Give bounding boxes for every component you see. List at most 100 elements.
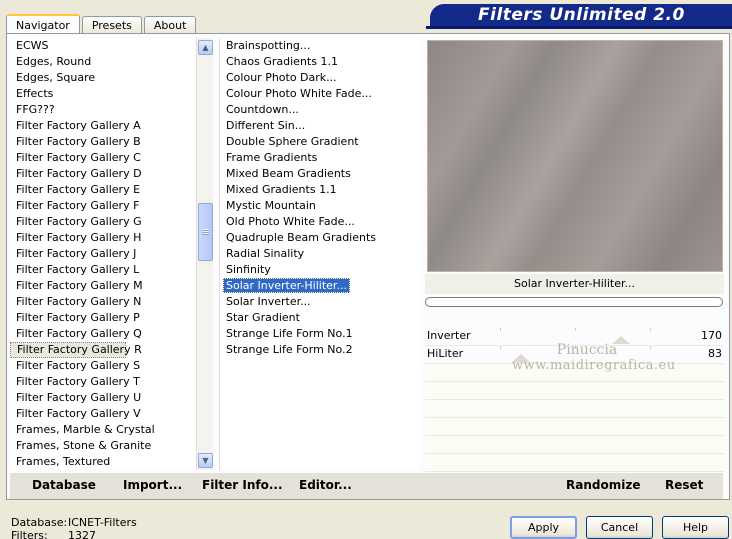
tab-about[interactable]: About <box>143 16 197 34</box>
filter-item[interactable]: Solar Inverter... <box>220 294 419 310</box>
slider-empty <box>425 364 724 382</box>
category-item[interactable]: Filter Factory Gallery D <box>10 166 196 182</box>
preview-image <box>427 40 723 272</box>
filter-item[interactable]: Star Gradient <box>220 310 419 326</box>
parameter-sliders: Inverter 170 HiLiter 83 <box>425 328 724 472</box>
category-item[interactable]: Edges, Square <box>10 70 196 86</box>
category-item[interactable]: Frames, Stone & Granite <box>10 438 196 454</box>
filter-item-label: Quadruple Beam Gradients <box>226 231 377 244</box>
filter-item-label: Countdown... <box>226 103 299 116</box>
filter-item-label: Mixed Beam Gradients <box>226 167 351 180</box>
help-button[interactable]: Help <box>662 516 729 539</box>
slider-indicator-icon <box>612 336 630 344</box>
category-item[interactable]: Filter Factory Gallery J <box>10 246 196 262</box>
slider-empty <box>425 436 724 454</box>
category-item[interactable]: Filter Factory Gallery R <box>10 342 142 358</box>
import-button[interactable]: Import... <box>123 478 182 492</box>
grip-icon <box>202 229 209 235</box>
category-item[interactable]: Filter Factory Gallery H <box>10 230 196 246</box>
category-item[interactable]: Filter Factory Gallery A <box>10 118 196 134</box>
filter-item[interactable]: Countdown... <box>220 102 419 118</box>
filter-item[interactable]: Solar Inverter-Hiliter... <box>220 278 419 294</box>
category-item[interactable]: Filter Factory Gallery T <box>10 374 196 390</box>
filter-item-label: Brainspotting... <box>226 39 311 52</box>
tab-presets[interactable]: Presets <box>81 16 142 34</box>
filter-item[interactable]: Colour Photo Dark... <box>220 70 419 86</box>
slider-label: HiLiter <box>427 347 464 360</box>
filter-info-button[interactable]: Filter Info... <box>202 478 283 492</box>
filter-item[interactable]: Radial Sinality <box>220 246 419 262</box>
category-item[interactable]: Filter Factory Gallery C <box>10 150 196 166</box>
category-item[interactable]: FFG??? <box>10 102 196 118</box>
slider-empty <box>425 454 724 472</box>
category-item[interactable]: Frames, Marble & Crystal <box>10 422 196 438</box>
slider-hiliter[interactable]: HiLiter 83 <box>425 346 724 364</box>
filter-item-label: Frame Gradients <box>226 151 318 164</box>
filter-item-label: Colour Photo Dark... <box>226 71 337 84</box>
reset-button[interactable]: Reset <box>665 478 703 492</box>
filter-item-label: Different Sin... <box>226 119 306 132</box>
filter-item[interactable]: Brainspotting... <box>220 38 419 54</box>
editor-button[interactable]: Editor... <box>299 478 352 492</box>
cancel-button[interactable]: Cancel <box>586 516 653 539</box>
category-item[interactable]: Filter Factory Gallery Q <box>10 326 196 342</box>
tab-navigator-label: Navigator <box>16 19 70 32</box>
category-item[interactable]: Effects <box>10 86 196 102</box>
scroll-thumb[interactable] <box>198 203 213 261</box>
filter-item-label: Sinfinity <box>226 263 271 276</box>
category-item[interactable]: ECWS <box>10 38 196 54</box>
app-title: Filters Unlimited 2.0 <box>478 5 685 25</box>
filter-item[interactable]: Quadruple Beam Gradients <box>220 230 419 246</box>
filter-item-label: Strange Life Form No.1 <box>226 327 353 340</box>
filter-item[interactable]: Frame Gradients <box>220 150 419 166</box>
filter-item[interactable]: Mixed Beam Gradients <box>220 166 419 182</box>
filter-item-label: Old Photo White Fade... <box>226 215 355 228</box>
filter-item-label: Strange Life Form No.2 <box>226 343 353 356</box>
category-item[interactable]: Filter Factory Gallery P <box>10 310 196 326</box>
category-item[interactable]: Edges, Round <box>10 54 196 70</box>
filter-item-label: Double Sphere Gradient <box>226 135 359 148</box>
filter-item[interactable]: Colour Photo White Fade... <box>220 86 419 102</box>
category-item[interactable]: Filter Factory Gallery N <box>10 294 196 310</box>
filters-label: Filters: <box>11 529 48 539</box>
category-item[interactable]: Filter Factory Gallery S <box>10 358 196 374</box>
category-item[interactable]: Filter Factory Gallery M <box>10 278 196 294</box>
filter-item[interactable]: Old Photo White Fade... <box>220 214 419 230</box>
scroll-down-button[interactable]: ▼ <box>198 453 213 468</box>
filter-item-label: Mystic Mountain <box>226 199 316 212</box>
scroll-up-button[interactable]: ▲ <box>198 40 213 55</box>
category-list[interactable]: ECWS Edges, Round Edges, Square Effects FFG?… <box>10 38 196 470</box>
category-item[interactable]: Filter Factory Gallery G <box>10 214 196 230</box>
category-scrollbar[interactable]: ▲ ▼ <box>196 38 213 470</box>
filter-list[interactable]: Brainspotting... Chaos Gradients 1.1 Colou… <box>219 38 419 470</box>
slider-empty <box>425 382 724 400</box>
category-item[interactable]: Filter Factory Gallery F <box>10 198 196 214</box>
category-item[interactable]: Filter Factory Gallery B <box>10 134 196 150</box>
database-value: ICNET-Filters <box>68 516 137 529</box>
tab-navigator[interactable]: Navigator <box>6 14 80 35</box>
category-item[interactable]: Frames, Textured <box>10 454 196 470</box>
category-item[interactable]: Filter Factory Gallery E <box>10 182 196 198</box>
slider-indicator-icon <box>512 354 530 362</box>
progress-bar <box>425 297 723 307</box>
slider-value: 170 <box>701 329 722 342</box>
filter-item[interactable]: Mixed Gradients 1.1 <box>220 182 419 198</box>
filter-item[interactable]: Double Sphere Gradient <box>220 134 419 150</box>
slider-inverter[interactable]: Inverter 170 <box>425 328 724 346</box>
filter-item-label: Star Gradient <box>226 311 300 324</box>
randomize-button[interactable]: Randomize <box>566 478 640 492</box>
filter-item[interactable]: Mystic Mountain <box>220 198 419 214</box>
database-button[interactable]: Database <box>32 478 96 492</box>
filter-item[interactable]: Sinfinity <box>220 262 419 278</box>
category-item[interactable]: Filter Factory Gallery U <box>10 390 196 406</box>
slider-label: Inverter <box>427 329 471 342</box>
toolbar: Database Import... Filter Info... Editor… <box>10 473 723 499</box>
category-item[interactable]: Filter Factory Gallery V <box>10 406 196 422</box>
filter-item[interactable]: Different Sin... <box>220 118 419 134</box>
apply-button[interactable]: Apply <box>510 516 577 539</box>
filter-item[interactable]: Strange Life Form No.2 <box>220 342 419 358</box>
category-item[interactable]: Filter Factory Gallery L <box>10 262 196 278</box>
filter-item-label: Colour Photo White Fade... <box>226 87 372 100</box>
filter-item[interactable]: Chaos Gradients 1.1 <box>220 54 419 70</box>
filter-item[interactable]: Strange Life Form No.1 <box>220 326 419 342</box>
